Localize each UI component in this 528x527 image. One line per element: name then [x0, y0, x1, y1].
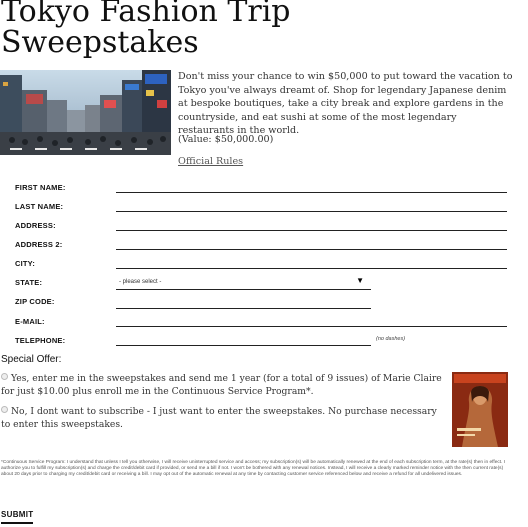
state-label: STATE:	[15, 278, 43, 287]
telephone-field[interactable]	[116, 331, 371, 346]
address-field[interactable]	[116, 216, 507, 231]
last-name-label: LAST NAME:	[15, 202, 64, 211]
radio-no[interactable]	[1, 406, 8, 413]
last-name-field[interactable]	[116, 197, 507, 212]
offer-no-text: No, I dont want to subscribe - I just wa…	[1, 406, 437, 430]
address-label: ADDRESS:	[15, 221, 56, 230]
email-field[interactable]	[116, 312, 507, 327]
zip-label: ZIP CODE:	[15, 297, 55, 306]
special-offer-heading: Special Offer:	[1, 354, 62, 365]
radio-yes[interactable]	[1, 373, 8, 380]
fine-print: *Continuous Service Program: I understan…	[1, 460, 506, 478]
email-label: E-MAIL:	[15, 317, 45, 326]
city-label: CITY:	[15, 259, 36, 268]
offer-option-no[interactable]: No, I dont want to subscribe - I just wa…	[1, 405, 446, 431]
submit-button[interactable]: SUBMIT	[1, 510, 34, 524]
prize-value: (Value: $50,000.00)	[178, 134, 274, 145]
city-field[interactable]	[116, 254, 507, 269]
first-name-label: FIRST NAME:	[15, 183, 66, 192]
offer-yes-text: Yes, enter me in the sweepstakes and sen…	[1, 373, 442, 397]
state-selected-value: - please select -	[119, 279, 162, 285]
offer-option-yes[interactable]: Yes, enter me in the sweepstakes and sen…	[1, 372, 446, 398]
dropdown-arrow-icon: ▼	[356, 276, 364, 285]
telephone-label: TELEPHONE:	[15, 336, 66, 345]
official-rules-link[interactable]: Official Rules	[178, 156, 243, 167]
page-title: Tokyo Fashion Trip Sweepstakes	[1, 0, 291, 60]
magazine-cover-image	[452, 372, 508, 447]
zip-field[interactable]	[116, 294, 371, 309]
tokyo-street-photo	[0, 70, 171, 155]
first-name-field[interactable]	[116, 178, 507, 193]
address2-label: ADDRESS 2:	[15, 240, 63, 249]
phone-hint: (no dashes)	[376, 336, 406, 342]
state-select[interactable]: - please select - ▼	[116, 275, 371, 290]
address2-field[interactable]	[116, 235, 507, 250]
intro-text: Don't miss your chance to win $50,000 to…	[178, 71, 513, 136]
